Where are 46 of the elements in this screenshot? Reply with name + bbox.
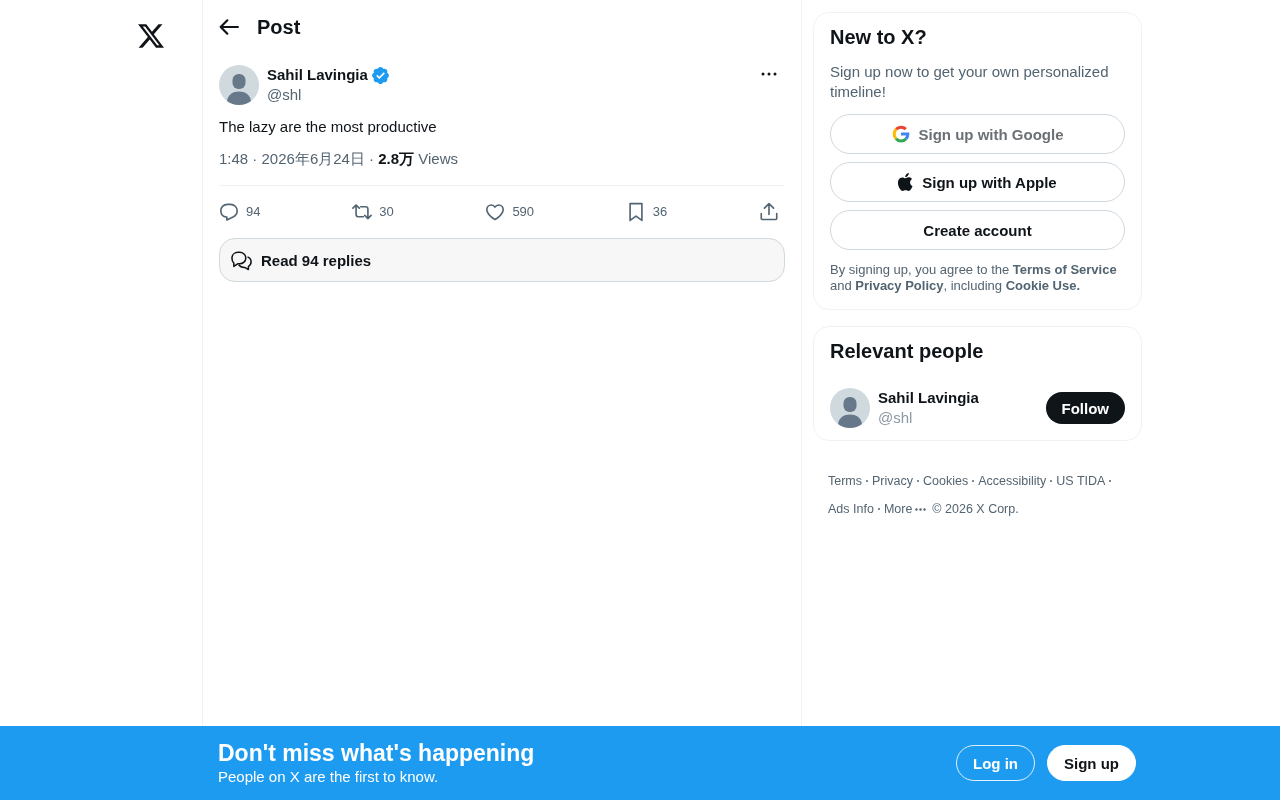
card-title: Relevant people [830, 339, 985, 363]
read-replies-button[interactable]: Read 94 replies [219, 238, 785, 282]
back-arrow-icon [219, 16, 239, 37]
footer-link[interactable]: Accessibility [978, 473, 1047, 489]
reply-button[interactable]: 94 [219, 202, 261, 222]
footer-link[interactable]: Terms [828, 473, 863, 489]
speech-bubble-icon [219, 202, 239, 222]
footer-link[interactable]: US TIDA [1056, 473, 1106, 489]
google-signup-button[interactable]: Sign up with Google [830, 114, 1125, 154]
person-name[interactable]: Sahil Lavingia [878, 388, 1046, 408]
repost-button[interactable]: 30 [352, 202, 394, 222]
signup-button[interactable]: Sign up [1047, 745, 1136, 781]
google-logo-icon [891, 125, 910, 143]
post-timestamp-views: 1:48 · 2026年6月24日 · 2.8万 Views [219, 149, 785, 186]
banner-subtitle: People on X are the first to know. [218, 767, 440, 787]
share-button[interactable] [759, 202, 779, 222]
copyright-text: © 2026 X Corp. [932, 501, 1019, 517]
create-account-button[interactable]: Create account [830, 210, 1125, 250]
card-subtitle: Sign up now to get your own personalized timeline! [830, 62, 1110, 102]
share-icon [759, 202, 779, 222]
author-name[interactable]: Sahil Lavingia [267, 65, 368, 85]
banner-title: Don't miss what's happening [218, 739, 535, 767]
page-title: Post [257, 14, 301, 39]
legal-link[interactable]: Terms of Service [1012, 262, 1117, 277]
bookmark-button[interactable]: 36 [625, 202, 668, 222]
back-button[interactable] [219, 16, 239, 37]
apple-signup-button[interactable]: Sign up with Apple [830, 162, 1125, 202]
follow-button[interactable]: Follow [1045, 392, 1125, 424]
avatar-icon [830, 388, 870, 428]
footer-link[interactable]: Privacy [872, 473, 913, 489]
heart-icon [485, 202, 506, 222]
avatar-icon [219, 65, 259, 105]
more-link[interactable]: More [883, 501, 927, 517]
footer-link[interactable]: Ads Info [828, 501, 874, 517]
footer-link[interactable]: Cookies [923, 473, 969, 489]
more-dots-icon [915, 507, 927, 511]
legal-notice: By signing up, you agree to the Terms of Service and Privacy Policy, including Cookie Use. [830, 262, 1118, 294]
legal-link[interactable]: Privacy Policy [855, 278, 944, 293]
x-logo-icon[interactable] [138, 24, 164, 48]
legal-link[interactable]: Cookie Use. [1005, 278, 1081, 293]
like-button[interactable]: 590 [485, 202, 535, 222]
repost-arrows-icon [352, 202, 373, 222]
post-text: The lazy are the most productive [219, 117, 438, 137]
card-title: New to X? [830, 25, 928, 49]
author-handle[interactable]: @shl [267, 85, 761, 105]
apple-logo-icon [898, 172, 914, 192]
